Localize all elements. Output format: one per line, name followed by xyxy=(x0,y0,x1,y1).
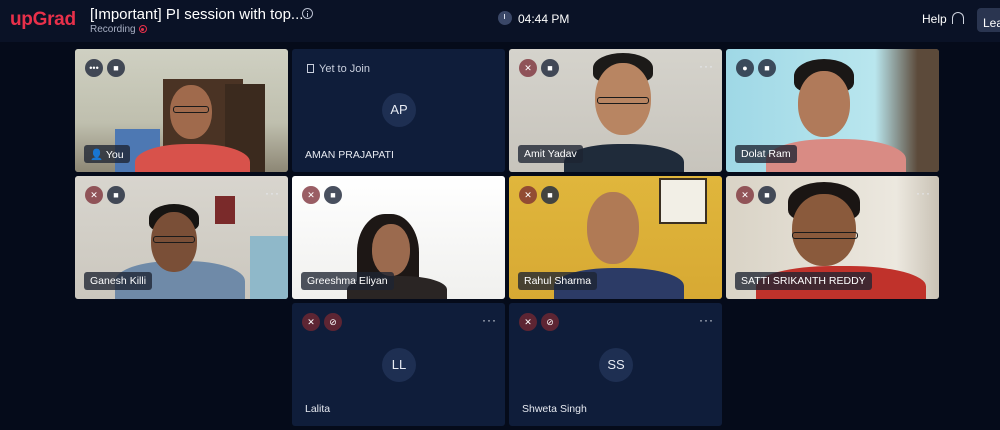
mic-status: ✕ xyxy=(85,186,103,204)
camera-icon: ■ xyxy=(764,63,770,73)
participant-name-tag: Ganesh Killi xyxy=(84,272,153,290)
camera-status: ⊘ xyxy=(324,313,342,331)
participant-name-tag: 👤 You xyxy=(84,145,130,163)
camera-status: ■ xyxy=(107,186,125,204)
recording-status: Recording xyxy=(90,24,147,35)
camera-icon: ■ xyxy=(113,190,119,200)
participant-tile-dolat-ram[interactable]: ● ■ Dolat Ram xyxy=(726,49,939,172)
participant-tile-greeshma-eliyan[interactable]: ✕ ■ Greeshma Eliyan xyxy=(292,176,505,299)
mic-status: ✕ xyxy=(519,313,537,331)
camera-off-icon: ⊘ xyxy=(546,317,554,327)
participant-avatar: LL xyxy=(382,348,416,382)
camera-icon: ■ xyxy=(330,190,336,200)
mic-muted-icon: ✕ xyxy=(307,190,315,200)
camera-status: ■ xyxy=(541,186,559,204)
participant-tile-aman-prajapati[interactable]: Yet to Join AP AMAN PRAJAPATI xyxy=(292,49,505,172)
user-icon: 👤 xyxy=(90,149,106,161)
help-button[interactable]: Help xyxy=(922,12,947,26)
mic-muted-icon: ✕ xyxy=(524,63,532,73)
headset-icon[interactable] xyxy=(952,12,964,24)
participant-name: AMAN PRAJAPATI xyxy=(305,149,394,161)
top-bar: upGrad [Important] PI session with top..… xyxy=(0,0,1000,42)
participant-name-tag: SATTI SRIKANTH REDDY xyxy=(735,272,872,290)
participant-name-tag: Rahul Sharma xyxy=(518,272,598,290)
participant-tile-lalita[interactable]: ✕ ⊘ ··· LL Lalita xyxy=(292,303,505,426)
participant-tile-you[interactable]: ••• ■ 👤 You xyxy=(75,49,288,172)
participant-avatar: AP xyxy=(382,93,416,127)
participant-name-tag: Amit Yadav xyxy=(518,145,583,163)
more-icon[interactable]: ··· xyxy=(482,313,497,327)
meeting-title: [Important] PI session with top... xyxy=(90,6,304,23)
info-icon[interactable] xyxy=(302,8,313,19)
meeting-time: 04:44 PM xyxy=(518,12,570,26)
camera-status: ⊘ xyxy=(541,313,559,331)
more-icon[interactable]: ··· xyxy=(916,186,931,200)
mic-muted-icon: ✕ xyxy=(524,190,532,200)
mic-status: ✕ xyxy=(519,186,537,204)
upgrad-logo: upGrad xyxy=(10,9,76,30)
camera-status: ■ xyxy=(324,186,342,204)
more-icon: ••• xyxy=(89,63,99,73)
camera-status: ■ xyxy=(758,186,776,204)
doc-icon xyxy=(307,64,314,73)
mic-muted-icon: ✕ xyxy=(307,317,315,327)
camera-icon: ■ xyxy=(764,190,770,200)
camera-icon: ■ xyxy=(113,63,119,73)
mic-status: ● xyxy=(736,59,754,77)
join-status: Yet to Join xyxy=(307,63,370,75)
mic-muted-icon: ✕ xyxy=(90,190,98,200)
camera-status: ■ xyxy=(758,59,776,77)
participant-name-tag: Dolat Ram xyxy=(735,145,797,163)
recording-dot-icon xyxy=(138,25,147,33)
mic-muted-icon: ✕ xyxy=(524,317,532,327)
mic-status: ✕ xyxy=(302,313,320,331)
camera-status: ■ xyxy=(541,59,559,77)
participant-name: Shweta Singh xyxy=(522,403,587,415)
participant-tile-ganesh-killi[interactable]: ✕ ■ ··· Ganesh Killi xyxy=(75,176,288,299)
participant-name-tag: Greeshma Eliyan xyxy=(301,272,394,290)
participant-avatar: SS xyxy=(599,348,633,382)
mic-status: ✕ xyxy=(302,186,320,204)
mic-muted-icon: ✕ xyxy=(741,190,749,200)
camera-icon: ■ xyxy=(547,63,553,73)
camera-icon: ■ xyxy=(547,190,553,200)
leave-button[interactable]: Lea xyxy=(977,8,1000,32)
recording-label: Recording xyxy=(90,24,136,35)
clock-icon xyxy=(498,11,512,25)
mic-status: ✕ xyxy=(736,186,754,204)
more-icon[interactable]: ··· xyxy=(265,186,280,200)
camera-off-icon: ⊘ xyxy=(329,317,337,327)
participant-tile-shweta-singh[interactable]: ✕ ⊘ ··· SS Shweta Singh xyxy=(509,303,722,426)
more-icon[interactable]: ··· xyxy=(699,313,714,327)
participant-tile-amit-yadav[interactable]: ✕ ■ ··· Amit Yadav xyxy=(509,49,722,172)
more-options-button[interactable]: ••• xyxy=(85,59,103,77)
camera-button[interactable]: ■ xyxy=(107,59,125,77)
participant-name: Lalita xyxy=(305,403,331,415)
participant-tile-satti-srikanth-reddy[interactable]: ✕ ■ ··· SATTI SRIKANTH REDDY xyxy=(726,176,939,299)
mic-icon: ● xyxy=(742,63,748,73)
mic-status: ✕ xyxy=(519,59,537,77)
participant-tile-rahul-sharma[interactable]: ✕ ■ Rahul Sharma xyxy=(509,176,722,299)
more-icon[interactable]: ··· xyxy=(699,59,714,73)
